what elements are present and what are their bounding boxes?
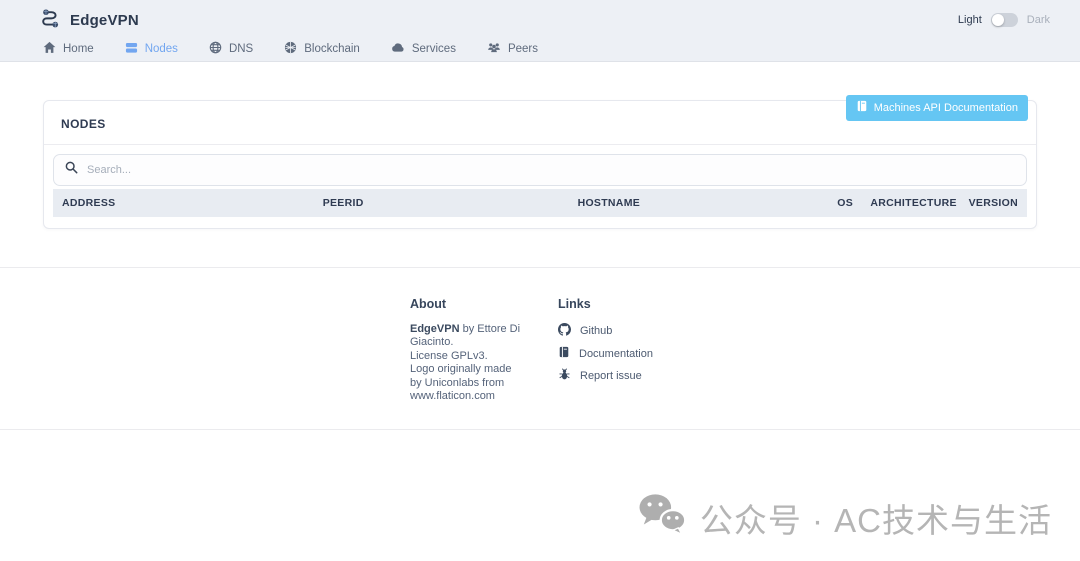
theme-light-label: Light: [958, 14, 982, 26]
blockchain-globe-icon: [284, 41, 297, 57]
globe-icon: [209, 41, 222, 57]
footer: About EdgeVPN by Ettore Di Giacinto. Lic…: [0, 267, 1080, 429]
home-icon: [43, 41, 56, 57]
link-label: Documentation: [579, 348, 653, 360]
nav-label: DNS: [229, 43, 253, 55]
table-header-row: ADDRESS PEERID HOSTNAME OS ARCHITECTURE …: [53, 189, 1027, 217]
link-label: Github: [580, 325, 612, 337]
link-label: Report issue: [580, 370, 642, 382]
about-logo-credit: Logo originally made by Uniconlabs from …: [410, 363, 522, 403]
col-header-os[interactable]: OS: [837, 197, 870, 209]
nav-label: Nodes: [145, 43, 178, 55]
main-nav: Home Nodes DNS: [0, 32, 1080, 66]
main-content: Machines API Documentation NODES ADDRESS…: [0, 62, 1080, 267]
nav-label: Peers: [508, 43, 538, 55]
col-header-architecture[interactable]: ARCHITECTURE: [870, 197, 968, 209]
about-brand: EdgeVPN: [410, 323, 460, 335]
nav-label: Blockchain: [304, 43, 360, 55]
edgevpn-logo-icon: [38, 6, 61, 34]
bottom-area: 公众号 · AC技术与生活: [0, 429, 1080, 561]
navbar: EdgeVPN Light Dark Home Nodes: [0, 0, 1080, 62]
bug-icon: [558, 368, 571, 384]
search-icon: [65, 161, 78, 179]
footer-links-column: Links Github Documentation: [558, 297, 670, 403]
cloud-icon: [391, 41, 405, 57]
watermark-text: 公众号 · AC技术与生活: [700, 494, 1052, 542]
watermark: 公众号 · AC技术与生活: [637, 492, 1052, 544]
footer-about-column: About EdgeVPN by Ettore Di Giacinto. Lic…: [410, 297, 522, 403]
theme-toggle[interactable]: [991, 13, 1018, 27]
col-header-peerid[interactable]: PEERID: [323, 197, 578, 209]
book-icon: [856, 100, 868, 115]
users-icon: [487, 41, 501, 57]
nav-label: Services: [412, 43, 456, 55]
link-github[interactable]: Github: [558, 323, 670, 339]
brand[interactable]: EdgeVPN: [38, 6, 139, 34]
machines-api-docs-button[interactable]: Machines API Documentation: [846, 95, 1028, 121]
links-heading: Links: [558, 297, 670, 311]
about-text: EdgeVPN by Ettore Di Giacinto. License G…: [410, 323, 522, 403]
col-header-address[interactable]: ADDRESS: [62, 197, 323, 209]
wechat-icon: [637, 492, 687, 544]
theme-switcher: Light Dark: [958, 13, 1050, 27]
api-button-label: Machines API Documentation: [874, 102, 1018, 114]
brand-title: EdgeVPN: [70, 12, 139, 29]
github-icon: [558, 323, 571, 339]
book-icon: [558, 346, 570, 361]
col-header-version[interactable]: VERSION: [969, 197, 1018, 209]
about-license: License GPLv3.: [410, 350, 522, 363]
about-heading: About: [410, 297, 522, 311]
search-box: [53, 154, 1027, 186]
col-header-hostname[interactable]: HOSTNAME: [578, 197, 838, 209]
toggle-knob: [992, 14, 1004, 26]
link-report-issue[interactable]: Report issue: [558, 368, 670, 384]
link-documentation[interactable]: Documentation: [558, 346, 670, 361]
nav-label: Home: [63, 43, 94, 55]
search-input[interactable]: [87, 164, 1015, 176]
nodes-icon: [125, 41, 138, 57]
theme-dark-label: Dark: [1027, 14, 1050, 26]
